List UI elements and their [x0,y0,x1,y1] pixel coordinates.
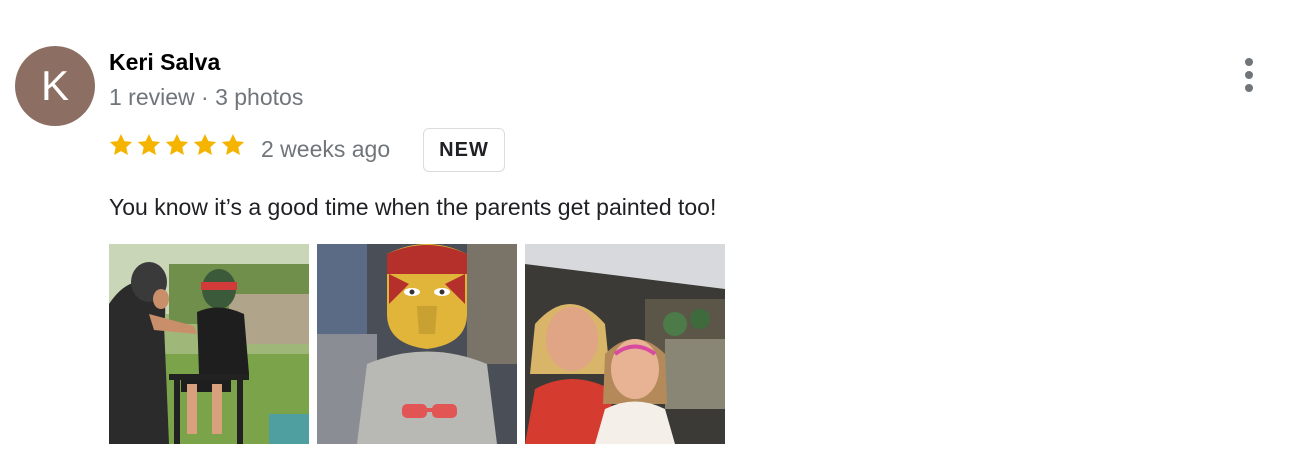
avatar-letter: K [40,62,69,109]
review-date: 2 weeks ago [261,136,391,162]
review-photo-1[interactable] [109,244,309,444]
review-text: You know it’s a good time when the paren… [109,194,717,220]
star-rating [108,132,246,158]
reviewer-name[interactable]: Keri Salva [109,47,220,77]
more-options-button[interactable] [1232,56,1266,94]
reviewer-meta[interactable]: 1 review · 3 photos [109,82,303,112]
review-photo-3[interactable] [525,244,725,444]
avatar[interactable]: K [15,46,95,126]
new-badge: NEW [423,128,505,172]
star-icon [109,133,133,155]
review-photos [109,244,725,444]
star-icon [137,133,161,155]
review-card: K Keri Salva 1 review · 3 photos 2 weeks… [0,0,1300,464]
more-vert-icon [1245,58,1253,66]
photo-child-with-iron-man-face-paint [317,244,517,444]
star-icon [165,133,189,155]
photo-face-painting-child-outdoors [109,244,309,444]
more-vert-icon-dot [1245,84,1253,92]
star-icon [193,133,217,155]
star-icon [221,133,245,155]
more-vert-icon-dot [1245,71,1253,79]
photo-two-women-with-face-paint [525,244,725,444]
review-photo-2[interactable] [317,244,517,444]
